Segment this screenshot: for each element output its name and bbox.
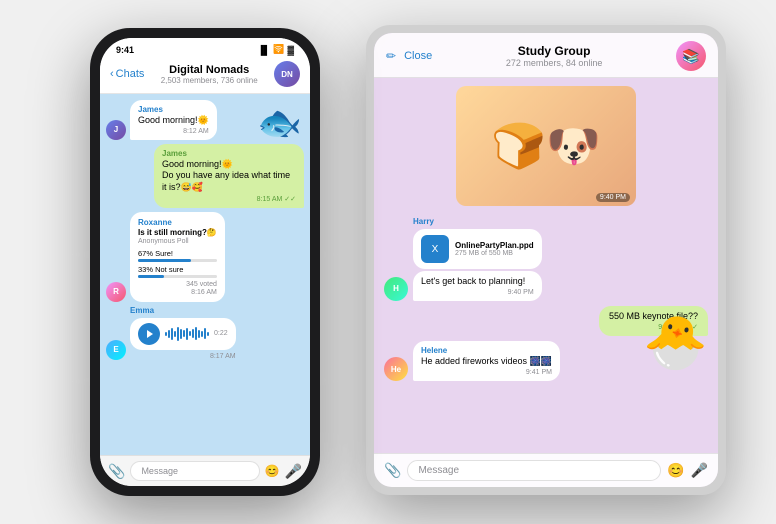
sender-name: James [138,105,209,114]
back-button[interactable]: ‹ Chats [110,68,144,80]
ipad-attach-icon[interactable]: 📎 [384,462,401,479]
close-button[interactable]: Close [404,50,432,62]
file-type-icon: X [421,235,449,263]
chat-title: Digital Nomads [150,64,268,76]
chevron-left-icon: ‹ [110,68,114,80]
mic-icon[interactable]: 🎤 [285,463,302,480]
iphone-input-bar: 📎 Message 😊 🎤 [100,455,310,486]
poll-option-2: 33% Not sure [138,265,217,278]
iphone-time: 9:41 [116,45,134,55]
file-size: 275 MB of 550 MB [455,250,534,257]
voice-message: 0:22 [130,318,236,350]
emma-avatar: E [106,340,126,360]
battery-icon: ▓ [287,45,294,55]
poll-option-1: 67% Sure! [138,249,217,262]
edit-icon[interactable]: ✏ [386,49,396,63]
iphone-screen: 9:41 ▐▌ 🛜 ▓ ‹ Chats Digital Nomads 2,503… [100,38,310,486]
ipad-input-bar: 📎 Message 😊 🎤 [374,453,718,487]
voice-duration: 0:22 [214,330,228,337]
waveform [165,326,209,342]
iphone-chat-header: ‹ Chats Digital Nomads 2,503 members, 73… [100,57,310,94]
scene: 9:41 ▐▌ 🛜 ▓ ‹ Chats Digital Nomads 2,503… [0,0,776,524]
poll-bubble: Roxanne Is it still morning?🤔 Anonymous … [130,212,225,302]
voice-time: 8:17 AM [130,353,236,360]
emma-sender: Emma [130,306,236,315]
message-emma-voice: E Emma [106,306,304,360]
ipad-chat-header: ✏ Close Study Group 272 members, 84 onli… [374,33,718,78]
chat-subtitle: 2,503 members, 736 online [150,76,268,85]
ipad-chat-subtitle: 272 members, 84 online [440,58,668,68]
ipad-mic-icon[interactable]: 🎤 [691,462,708,479]
attach-icon[interactable]: 📎 [108,463,125,480]
out-sender: James [162,149,296,158]
file-bubble: X OnlinePartyPlan.ppd 275 MB of 550 MB [413,229,542,269]
iphone-device: 9:41 ▐▌ 🛜 ▓ ‹ Chats Digital Nomads 2,503… [90,28,320,496]
message-input[interactable]: Message [130,461,259,481]
message-outgoing-1: James Good morning!🌞Do you have any idea… [106,144,304,208]
play-icon [147,330,153,338]
iphone-status-bar: 9:41 ▐▌ 🛜 ▓ [100,38,310,57]
helene-bubble: Helene He added fireworks videos 🎆🎆 9:41… [413,341,560,381]
group-avatar: DN [274,61,300,87]
ipad-message-input[interactable]: Message [407,460,661,481]
fish-sticker: 🐟 [257,102,302,144]
roxanne-avatar: R [106,282,126,302]
poll-title: Is it still morning?🤔 [138,228,217,237]
helene-sender: Helene [421,346,552,355]
status-icons: ▐▌ 🛜 ▓ [257,44,294,55]
message-roxanne-poll: R Roxanne Is it still morning?🤔 Anonymou… [106,212,304,302]
poll-votes: 345 voted [138,281,217,288]
helene-avatar: He [384,357,408,381]
play-button[interactable] [138,323,160,345]
file-name: OnlinePartyPlan.ppd [455,241,534,250]
ipad-emoji-icon[interactable]: 😊 [667,462,684,479]
bubble-james-good-morning: James Good morning!🌞 8:12 AM [130,100,217,140]
back-label: Chats [116,68,145,80]
ipad-screen: ✏ Close Study Group 272 members, 84 onli… [374,33,718,487]
monster-sticker: 🐣 [643,312,708,373]
ipad-group-avatar: 📚 [676,41,706,71]
toast-emoji: 🍞🐶 [491,120,601,172]
emoji-icon[interactable]: 😊 [265,464,280,478]
ipad-header-center: Study Group 272 members, 84 online [440,44,668,68]
wifi-icon: 🛜 [273,44,284,55]
ipad-chat-area: 🐣 🍞🐶 9:40 PM H Harry [374,78,718,453]
file-info: OnlinePartyPlan.ppd 275 MB of 550 MB [455,241,534,257]
poll-type: Anonymous Poll [138,238,217,245]
ipad-chat-title: Study Group [440,44,668,58]
toast-image-container: 🍞🐶 9:40 PM [384,86,708,210]
poll-sender: Roxanne [138,218,217,227]
signal-icon: ▐▌ [257,45,270,55]
toast-image: 🍞🐶 9:40 PM [456,86,636,206]
bubble-outgoing-1: James Good morning!🌞Do you have any idea… [154,144,304,208]
harry-avatar: H [384,277,408,301]
header-center: Digital Nomads 2,503 members, 736 online [150,64,268,85]
harry-text-bubble: Let's get back to planning! 9:40 PM [413,271,542,301]
iphone-chat-area: 🐟 J James Good morning!🌞 8:12 AM Jam [100,94,310,455]
james-avatar: J [106,120,126,140]
message-harry-file: H Harry X OnlinePartyPlan.ppd 275 MB of … [384,217,708,301]
image-timestamp: 9:40 PM [596,193,630,202]
ipad-device: ✏ Close Study Group 272 members, 84 onli… [366,25,726,495]
